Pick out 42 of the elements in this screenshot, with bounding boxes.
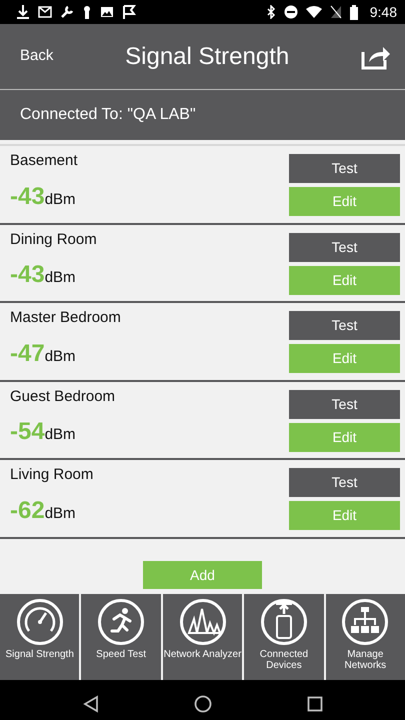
wrench-icon	[60, 5, 74, 19]
test-button[interactable]: Test	[289, 311, 400, 340]
signal-reading: -62dBm	[10, 496, 76, 526]
download-icon	[16, 4, 30, 20]
wifi-icon	[306, 6, 322, 18]
location-name: Living Room	[10, 465, 94, 485]
overview-icon[interactable]	[306, 696, 322, 712]
signal-reading: -43dBm	[10, 260, 76, 290]
test-button[interactable]: Test	[289, 232, 400, 262]
do-not-disturb-icon	[284, 5, 298, 19]
location-name: Guest Bedroom	[10, 386, 116, 406]
location-name: Master Bedroom	[10, 308, 121, 328]
bluetooth-icon	[266, 5, 276, 19]
test-button[interactable]: Test	[289, 390, 400, 418]
signal-reading: -43dBm	[10, 182, 76, 212]
location-name: Dining Room	[10, 230, 97, 250]
gauge-icon	[16, 598, 63, 644]
test-button[interactable]: Test	[289, 154, 400, 183]
back-link[interactable]: Back	[20, 45, 54, 68]
mail-icon	[38, 6, 52, 18]
nav-tab[interactable]: Signal Strength	[0, 594, 80, 680]
battery-icon	[350, 4, 358, 20]
clock: 9:48	[370, 2, 397, 22]
signal-reading: -54dBm	[10, 417, 76, 447]
nav-tab[interactable]: Network Analyzer	[162, 594, 242, 680]
phone-icon	[260, 598, 307, 644]
nav-tab[interactable]: Manage Networks	[326, 594, 405, 680]
signal-reading: -47dBm	[10, 338, 76, 368]
hierarchy-icon	[342, 598, 388, 644]
nav-tab[interactable]: Connected Devices	[244, 594, 324, 680]
nav-tab[interactable]: Speed Test	[81, 594, 161, 680]
no-signal-icon	[330, 5, 342, 19]
back-icon[interactable]	[82, 694, 98, 712]
test-button[interactable]: Test	[289, 468, 400, 497]
home-icon[interactable]	[194, 694, 212, 712]
running-person-icon	[98, 598, 144, 644]
image-icon	[100, 6, 114, 18]
keyhole-icon	[82, 5, 92, 19]
screen-title: Signal Strength	[125, 42, 290, 70]
connection-label: Connected To: "QA LAB"	[20, 105, 196, 125]
spikes-icon	[180, 598, 226, 644]
location-name: Basement	[10, 151, 78, 171]
